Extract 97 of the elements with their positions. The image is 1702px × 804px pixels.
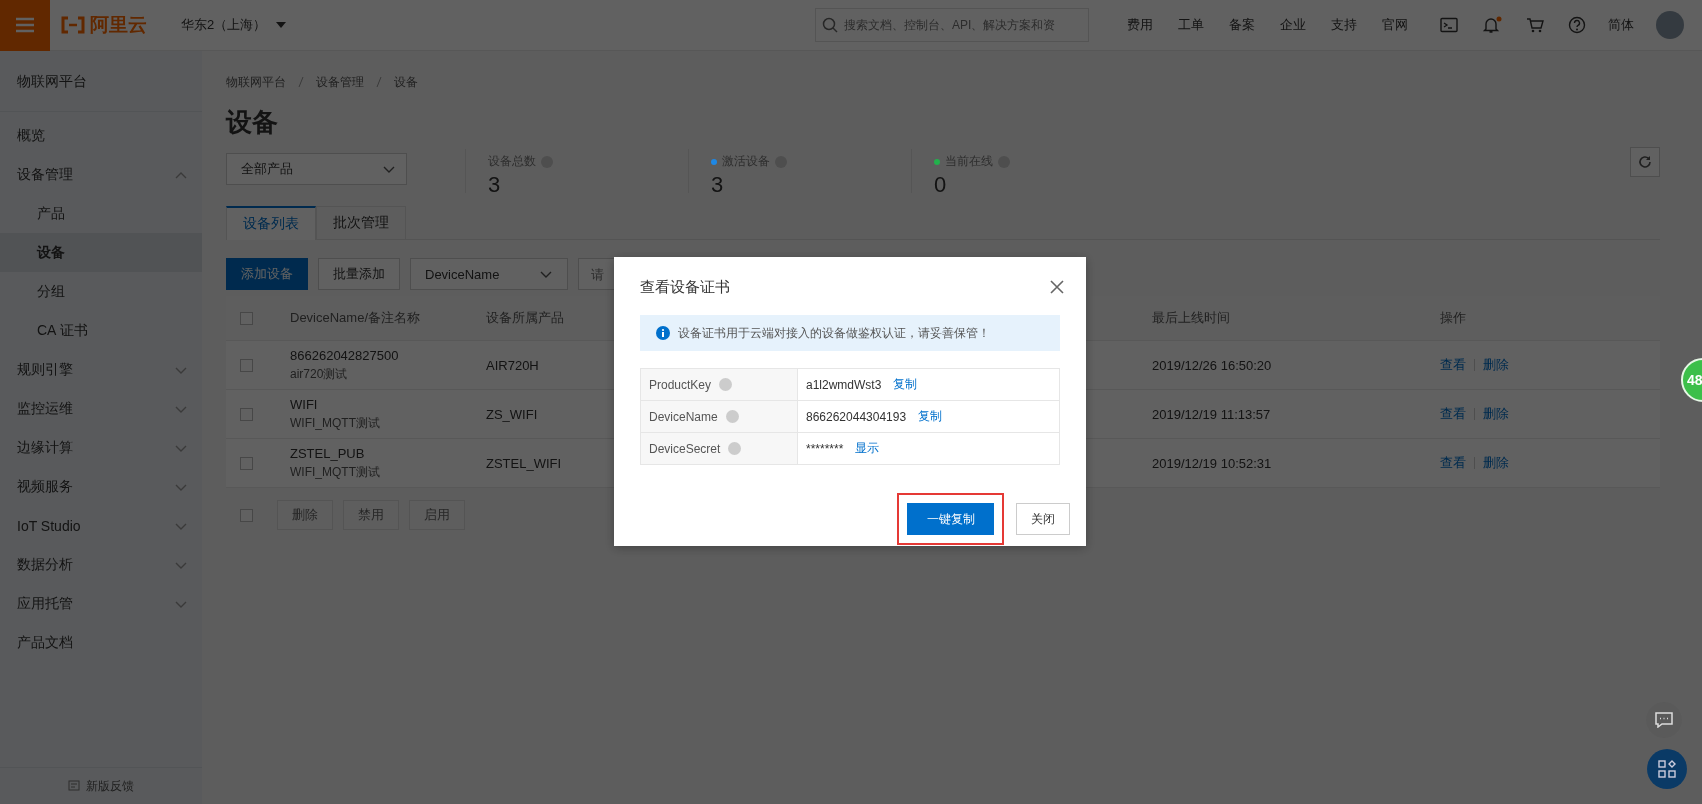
column-header: DeviceName/备注名称	[290, 309, 422, 327]
checkbox[interactable]	[240, 456, 253, 470]
search-type-dropdown[interactable]: DeviceName	[410, 258, 568, 290]
close-button[interactable]	[1050, 280, 1064, 294]
avatar[interactable]	[1656, 11, 1684, 39]
help-icon[interactable]	[725, 410, 739, 423]
chat-icon	[1655, 712, 1673, 728]
dialog-title: 查看设备证书	[640, 277, 730, 297]
info-icon	[656, 326, 670, 340]
table-cell: 2019/12/26 16:50:20	[1152, 357, 1272, 373]
breadcrumb-link[interactable]: 设备	[394, 74, 418, 91]
checkbox[interactable]	[240, 311, 253, 325]
bell-icon[interactable]	[1482, 16, 1502, 34]
region-dropdown[interactable]: 华东2（上海）	[175, 15, 293, 35]
sidebar-item[interactable]: 设备	[0, 233, 202, 272]
sidebar-item[interactable]: 产品	[0, 194, 202, 233]
sidebar-group[interactable]: 边缘计算	[0, 428, 202, 467]
menu-button[interactable]	[0, 0, 50, 51]
stat-value: 0	[934, 172, 948, 198]
field-label: DeviceSecret	[649, 441, 721, 456]
device-note: WIFI_MQTT测试	[290, 414, 381, 432]
sidebar-title: 物联网平台	[0, 53, 202, 112]
refresh-icon	[1638, 155, 1652, 169]
add-device-button[interactable]: 添加设备	[226, 258, 308, 290]
terminal-icon[interactable]	[1440, 17, 1458, 33]
close-dialog-button[interactable]: 关闭	[1016, 503, 1070, 535]
table-cell: ZS_WIFI	[486, 406, 538, 422]
table-cell: 2019/12/19 11:13:57	[1152, 406, 1271, 422]
info-text: 设备证书用于云端对接入的设备做鉴权认证，请妥善保管！	[678, 324, 990, 342]
field-value: a1l2wmdWst3	[806, 377, 882, 392]
device-name: WIFI	[290, 396, 319, 412]
refresh-button[interactable]	[1630, 147, 1660, 177]
checkbox[interactable]	[240, 358, 253, 372]
device-note: air720测试	[290, 365, 349, 383]
sidebar-item[interactable]: 概览	[0, 116, 202, 155]
copy-all-button[interactable]: 一键复制	[907, 503, 994, 535]
table-cell: ZSTEL_WIFI	[486, 455, 562, 471]
action-link[interactable]: 查看	[1440, 454, 1466, 472]
nav-link[interactable]: 备案	[1229, 16, 1255, 34]
batch-add-button[interactable]: 批量添加	[318, 258, 400, 290]
sidebar-group[interactable]: 规则引擎	[0, 350, 202, 389]
column-header: 最后上线时间	[1152, 309, 1231, 327]
stat-value: 3	[711, 172, 725, 198]
action-link[interactable]: 显示	[855, 440, 880, 457]
sidebar-item[interactable]: CA 证书	[0, 311, 202, 350]
nav-link[interactable]: 费用	[1127, 16, 1153, 34]
sidebar-group[interactable]: 设备管理	[0, 155, 202, 194]
action-link[interactable]: 复制	[918, 408, 943, 425]
sidebar-group[interactable]: IoT Studio	[0, 506, 202, 545]
slash-icon	[376, 76, 382, 88]
field-value: 866262044304193	[806, 409, 907, 424]
action-link[interactable]: 查看	[1440, 405, 1466, 423]
action-link[interactable]: 复制	[893, 376, 918, 393]
field-label: ProductKey	[649, 377, 712, 392]
checkbox[interactable]	[240, 508, 253, 522]
sidebar-group[interactable]: 视频服务	[0, 467, 202, 506]
caret-icon	[276, 22, 287, 28]
tab[interactable]: 设备列表	[226, 206, 316, 240]
help-icon[interactable]	[728, 442, 742, 455]
action-link[interactable]: 删除	[1483, 405, 1509, 423]
sidebar-group[interactable]: 监控运维	[0, 389, 202, 428]
nav-link[interactable]: 工单	[1178, 16, 1204, 34]
help-icon[interactable]	[1568, 16, 1586, 34]
table-cell: 2019/12/19 10:52:31	[1152, 455, 1272, 471]
close-icon	[1050, 280, 1064, 294]
logo-icon	[60, 16, 86, 34]
device-name: ZSTEL_PUB	[290, 445, 366, 461]
nav-link[interactable]: 官网	[1382, 16, 1408, 34]
feedback-icon	[68, 780, 80, 792]
brand-name: 阿里云	[90, 13, 147, 37]
field-value: ********	[806, 441, 844, 456]
device-note: WIFI_MQTT测试	[290, 463, 381, 481]
sidebar-group[interactable]: 数据分析	[0, 545, 202, 584]
cart-icon[interactable]	[1526, 17, 1544, 33]
page-title: 设备	[226, 106, 279, 139]
field-label: DeviceName	[649, 409, 718, 424]
apps-icon	[1658, 760, 1676, 778]
product-dropdown[interactable]: 全部产品	[226, 153, 407, 185]
device-name: 866262042827500	[290, 347, 400, 363]
sidebar-item[interactable]: 分组	[0, 272, 202, 311]
action-link[interactable]: 删除	[1483, 356, 1509, 374]
language-link[interactable]: 简体	[1608, 16, 1634, 34]
apps-button[interactable]	[1647, 749, 1687, 789]
menu-icon	[15, 17, 35, 33]
action-link[interactable]: 删除	[1483, 454, 1509, 472]
nav-link[interactable]: 支持	[1331, 16, 1357, 34]
help-icon[interactable]	[719, 378, 733, 391]
sidebar-group[interactable]: 应用托管	[0, 584, 202, 623]
tab[interactable]: 批次管理	[316, 206, 406, 239]
count-badge: 48	[1681, 358, 1702, 402]
checkbox[interactable]	[240, 407, 253, 421]
nav-link[interactable]: 企业	[1280, 16, 1306, 34]
stat-value: 3	[488, 172, 502, 198]
sidebar-item[interactable]: 产品文档	[0, 623, 202, 662]
table-cell: AIR720H	[486, 357, 539, 373]
slash-icon	[298, 76, 304, 88]
action-link[interactable]: 查看	[1440, 356, 1466, 374]
